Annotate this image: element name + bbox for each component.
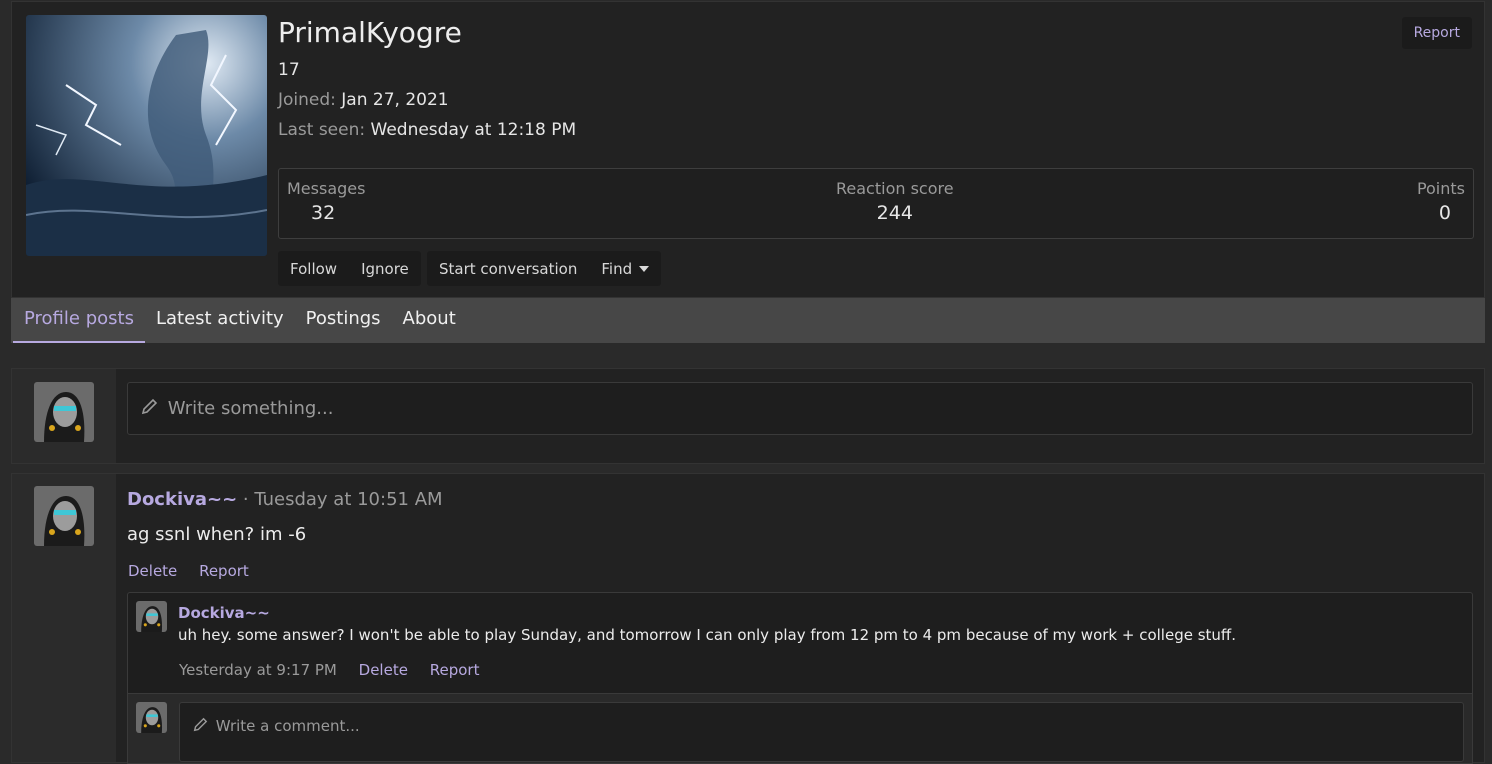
- comment-actions: Yesterday at 9:17 PM Delete Report: [179, 661, 496, 679]
- comment-time[interactable]: Yesterday at 9:17 PM: [179, 661, 337, 679]
- avatar[interactable]: [34, 486, 94, 546]
- profile-tabs: Profile posts Latest activity Postings A…: [11, 298, 1485, 343]
- comment-author[interactable]: Dockiva~~: [178, 604, 270, 622]
- stat-reaction-value: 244: [876, 202, 913, 224]
- pencil-icon: [141, 398, 158, 415]
- stat-messages-label: Messages: [287, 179, 366, 198]
- start-conversation-button[interactable]: Start conversation: [427, 260, 589, 278]
- profile-avatar[interactable]: [26, 15, 267, 256]
- stat-reaction-label: Reaction score: [836, 179, 954, 198]
- tab-latest-activity[interactable]: Latest activity: [145, 298, 295, 343]
- write-comment-placeholder: Write a comment...: [215, 717, 360, 735]
- joined-info: Joined: Jan 27, 2021: [278, 90, 449, 110]
- report-link[interactable]: Report: [199, 562, 249, 580]
- stat-messages-value[interactable]: 32: [287, 202, 365, 224]
- profile-post-composer: Write something...: [11, 368, 1485, 464]
- last-seen-value[interactable]: Wednesday at 12:18 PM: [371, 120, 577, 140]
- chevron-down-icon: [638, 266, 649, 272]
- post-text: ag ssnl when? im -6: [127, 524, 307, 545]
- follow-ignore-group: Follow Ignore: [278, 251, 421, 286]
- stats-bar: Messages 32 Reaction score 244 Points 0: [278, 168, 1474, 239]
- conversation-find-group: Start conversation Find: [427, 251, 661, 286]
- ignore-button[interactable]: Ignore: [349, 260, 421, 278]
- user-title: 17: [278, 60, 300, 80]
- stat-points-value[interactable]: 0: [1417, 202, 1465, 224]
- post-avatar-column: [12, 474, 116, 762]
- stat-points-label: Points: [1416, 179, 1465, 198]
- composer-avatar-column: [12, 369, 116, 463]
- write-something-input[interactable]: Write something...: [127, 382, 1473, 435]
- report-button[interactable]: Report: [1401, 17, 1472, 49]
- profile-username: PrimalKyogre: [278, 16, 462, 49]
- write-comment-input[interactable]: Write a comment...: [179, 702, 1464, 762]
- last-seen-label: Last seen:: [278, 120, 366, 140]
- last-seen-info: Last seen: Wednesday at 12:18 PM: [278, 120, 576, 140]
- post-author[interactable]: Dockiva~~: [127, 489, 237, 510]
- tab-about[interactable]: About: [392, 298, 467, 343]
- comment-text: uh hey. some answer? I won't be able to …: [178, 626, 1237, 644]
- profile-header: Report PrimalKyogre 17 Joined: Jan 27, 2…: [11, 1, 1485, 298]
- follow-button[interactable]: Follow: [278, 260, 349, 278]
- avatar[interactable]: [34, 382, 94, 442]
- write-something-placeholder: Write something...: [167, 398, 334, 419]
- meta-separator: ·: [237, 489, 255, 510]
- pencil-icon: [193, 717, 208, 732]
- post-actions: Delete Report: [128, 562, 266, 580]
- post-time[interactable]: Tuesday at 10:51 AM: [254, 489, 442, 510]
- profile-post: Dockiva~~ · Tuesday at 10:51 AM ag ssnl …: [11, 473, 1485, 764]
- avatar[interactable]: [136, 601, 167, 632]
- comment-report-link[interactable]: Report: [430, 661, 480, 679]
- delete-link[interactable]: Delete: [128, 562, 177, 580]
- avatar[interactable]: [136, 702, 167, 733]
- comment: Dockiva~~ uh hey. some answer? I won't b…: [127, 592, 1473, 694]
- stat-reaction-score: Reaction score 244: [836, 179, 954, 224]
- find-label: Find: [601, 259, 633, 278]
- stat-points[interactable]: Points 0: [1417, 179, 1465, 224]
- tab-postings[interactable]: Postings: [295, 298, 392, 343]
- tab-profile-posts[interactable]: Profile posts: [13, 298, 145, 343]
- joined-label: Joined:: [278, 90, 336, 110]
- joined-value: Jan 27, 2021: [341, 90, 449, 110]
- stat-messages[interactable]: Messages 32: [287, 179, 365, 224]
- comment-delete-link[interactable]: Delete: [359, 661, 408, 679]
- comment-composer: Write a comment...: [127, 694, 1473, 764]
- post-meta: Dockiva~~ · Tuesday at 10:51 AM: [127, 489, 443, 510]
- find-button[interactable]: Find: [589, 260, 661, 278]
